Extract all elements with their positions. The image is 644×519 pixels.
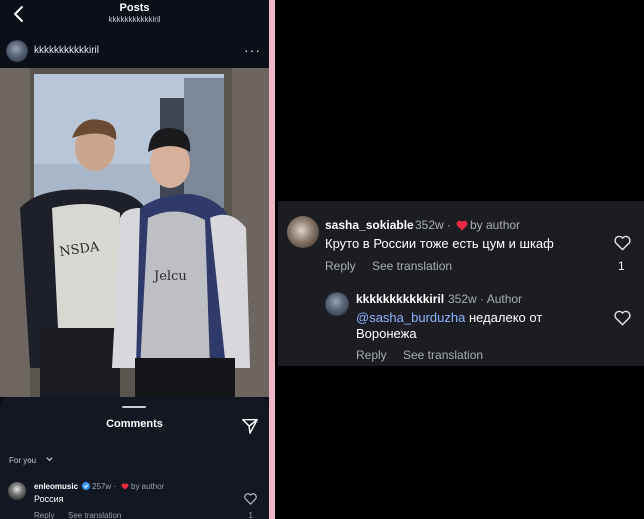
sheet-grabber[interactable] xyxy=(122,406,146,408)
page-title: Posts xyxy=(119,2,150,14)
mention-link[interactable]: @sasha_burduzha xyxy=(356,310,465,325)
reply-meta: 352w · Author xyxy=(448,292,523,306)
comments-sheet: Comments For you enleomusic 257w · by au… xyxy=(0,397,269,519)
more-horizontal-icon[interactable]: ··· xyxy=(244,42,261,58)
post-username[interactable]: kkkkkkkkkkkiril xyxy=(34,45,99,56)
svg-text:Jelcu: Jelcu xyxy=(152,269,187,284)
see-translation-button[interactable]: See translation xyxy=(372,259,452,273)
like-count: 1 xyxy=(618,259,625,273)
comment-age: 257w · xyxy=(92,482,117,491)
comment-age: 352w · xyxy=(415,218,452,232)
chevron-down-icon[interactable] xyxy=(45,455,54,464)
liked-by-author: by author xyxy=(131,482,165,491)
comment-username[interactable]: sasha_sokiable xyxy=(325,218,414,232)
reply-text: @sasha_burduzha недалеко от Воронежа xyxy=(356,310,586,342)
filter-label[interactable]: For you xyxy=(9,456,36,465)
comment-text: Россия xyxy=(34,494,64,504)
divider xyxy=(269,0,275,519)
left-screenshot: Posts kkkkkkkkkkkiril kkkkkkkkkkkiril ··… xyxy=(0,0,269,519)
reply-username[interactable]: kkkkkkkkkkkiril xyxy=(356,292,444,306)
reply-button[interactable]: Reply xyxy=(34,511,54,519)
like-count: 1 xyxy=(248,511,253,519)
avatar[interactable] xyxy=(325,292,349,316)
comment-thread: sasha_sokiable 352w · by author Круто в … xyxy=(278,201,644,366)
send-icon[interactable] xyxy=(241,417,259,435)
see-translation-button[interactable]: See translation xyxy=(403,348,483,362)
post-photo[interactable]: NSDA Jelcu xyxy=(0,68,269,397)
post-header: kkkkkkkkkkkiril ··· xyxy=(0,36,269,66)
heart-outline-icon[interactable] xyxy=(614,310,631,326)
comment-username[interactable]: enleomusic xyxy=(34,482,78,491)
verified-badge-icon xyxy=(82,482,90,490)
heart-icon xyxy=(456,220,468,231)
comments-title: Comments xyxy=(106,418,163,430)
avatar[interactable] xyxy=(287,216,319,248)
heart-icon xyxy=(121,483,129,490)
reply-button[interactable]: Reply xyxy=(356,348,387,362)
page-subtitle: kkkkkkkkkkkiril xyxy=(108,15,161,24)
see-translation-button[interactable]: See translation xyxy=(68,511,121,519)
liked-by-author: by author xyxy=(470,218,521,232)
top-bar: Posts kkkkkkkkkkkiril xyxy=(0,0,269,34)
avatar[interactable] xyxy=(8,482,26,500)
reply-button[interactable]: Reply xyxy=(325,259,356,273)
comment-text: Круто в России тоже есть цум и шкаф xyxy=(325,236,554,251)
avatar[interactable] xyxy=(6,40,28,62)
heart-outline-icon[interactable] xyxy=(244,493,257,505)
heart-outline-icon[interactable] xyxy=(614,235,631,251)
